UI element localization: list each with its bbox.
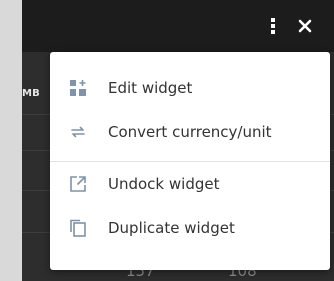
widget-titlebar (22, 0, 334, 52)
close-button[interactable] (293, 14, 317, 38)
vertical-ellipsis-icon (271, 18, 275, 34)
column-header-partial: MB (22, 88, 40, 99)
menu-item-label: Undock widget (108, 175, 220, 193)
menu-item-label: Edit widget (108, 79, 193, 97)
menu-item-label: Convert currency/unit (108, 123, 272, 141)
more-options-button[interactable] (261, 14, 285, 38)
undock-icon (68, 174, 88, 194)
menu-item-edit-widget[interactable]: Edit widget (50, 66, 330, 110)
duplicate-icon (68, 218, 88, 238)
widget-options-menu: Edit widget Convert currency/unit Undock… (50, 52, 330, 270)
menu-item-undock-widget[interactable]: Undock widget (50, 162, 330, 206)
menu-item-label: Duplicate widget (108, 219, 235, 237)
close-icon (298, 19, 312, 33)
edit-widget-icon (68, 78, 88, 98)
menu-item-convert-currency[interactable]: Convert currency/unit (50, 110, 330, 154)
convert-arrows-icon (68, 122, 88, 142)
menu-item-duplicate-widget[interactable]: Duplicate widget (50, 206, 330, 250)
